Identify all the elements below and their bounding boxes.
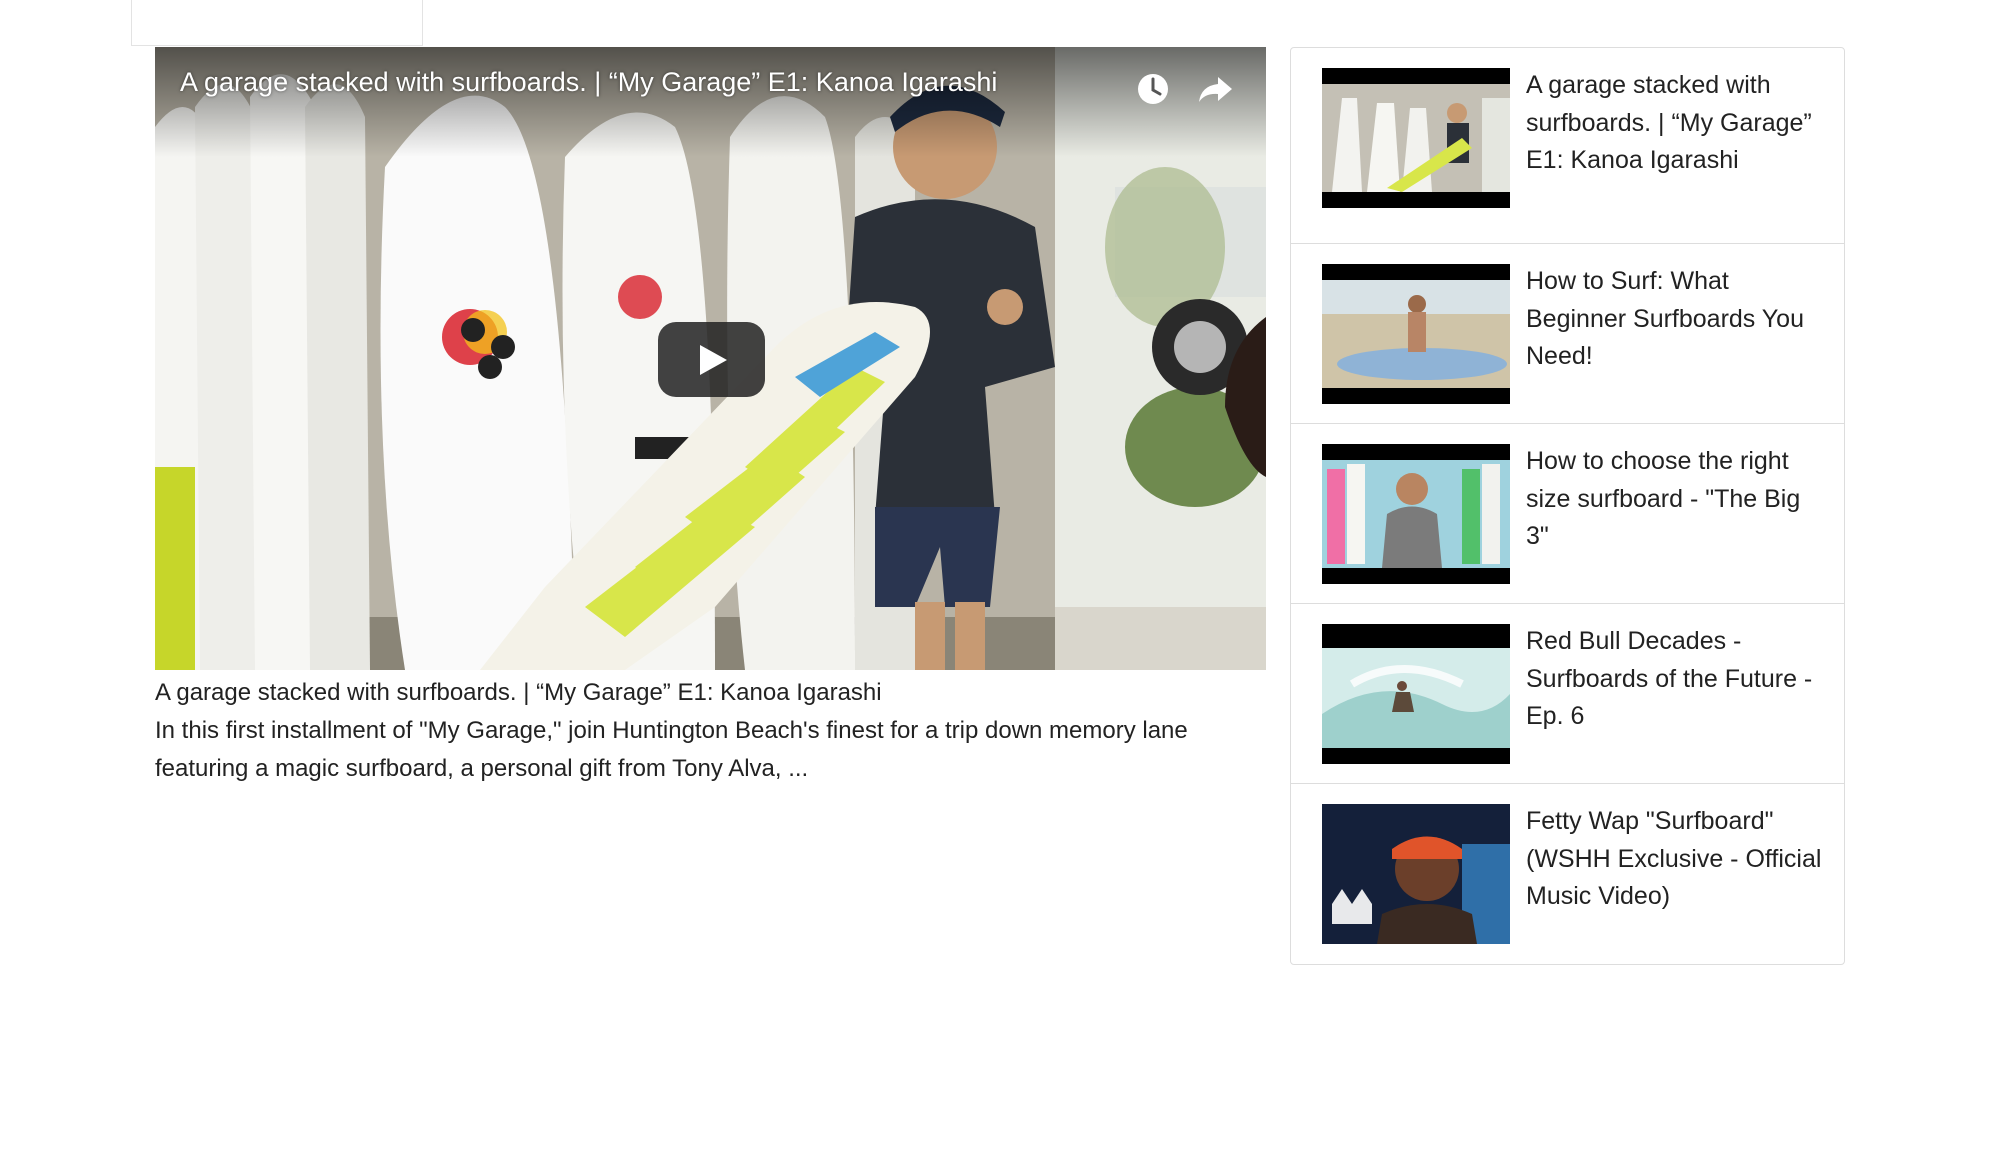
- video-thumbnail: [1322, 444, 1510, 584]
- video-thumbnail: [1322, 624, 1510, 764]
- video-caption-description: In this first installment of "My Garage,…: [155, 717, 1188, 782]
- play-icon: [700, 345, 727, 375]
- related-video-title[interactable]: How to Surf: What Beginner Surfboards Yo…: [1526, 263, 1824, 376]
- share-arrow-icon[interactable]: [1195, 69, 1235, 109]
- player-title[interactable]: A garage stacked with surfboards. | “My …: [180, 67, 997, 98]
- related-video-title[interactable]: Fetty Wap "Surfboard" (WSHH Exclusive - …: [1526, 803, 1824, 916]
- clock-icon[interactable]: [1133, 69, 1173, 109]
- video-thumbnail: [1322, 804, 1510, 944]
- video-thumbnail: [1322, 264, 1510, 404]
- video-thumbnail: [1322, 68, 1510, 208]
- video-player[interactable]: A garage stacked with surfboards. | “My …: [155, 47, 1266, 670]
- related-video-title[interactable]: A garage stacked with surfboards. | “My …: [1526, 67, 1824, 180]
- video-caption-title: A garage stacked with surfboards. | “My …: [155, 679, 882, 706]
- related-video-item[interactable]: How to choose the right size surfboard -…: [1291, 424, 1844, 604]
- related-video-title[interactable]: How to choose the right size surfboard -…: [1526, 443, 1824, 556]
- player-title-gradient: [155, 47, 1266, 157]
- related-video-list: A garage stacked with surfboards. | “My …: [1290, 47, 1845, 965]
- page: A garage stacked with surfboards. | “My …: [0, 0, 2004, 1152]
- related-video-item[interactable]: How to Surf: What Beginner Surfboards Yo…: [1291, 244, 1844, 424]
- related-video-item[interactable]: A garage stacked with surfboards. | “My …: [1291, 48, 1844, 244]
- top-tab[interactable]: [131, 0, 423, 46]
- video-caption: A garage stacked with surfboards. | “My …: [155, 674, 1266, 788]
- related-video-item[interactable]: Red Bull Decades - Surfboards of the Fut…: [1291, 604, 1844, 784]
- play-button[interactable]: [658, 322, 765, 397]
- related-video-item[interactable]: Fetty Wap "Surfboard" (WSHH Exclusive - …: [1291, 784, 1844, 964]
- related-video-title[interactable]: Red Bull Decades - Surfboards of the Fut…: [1526, 623, 1824, 736]
